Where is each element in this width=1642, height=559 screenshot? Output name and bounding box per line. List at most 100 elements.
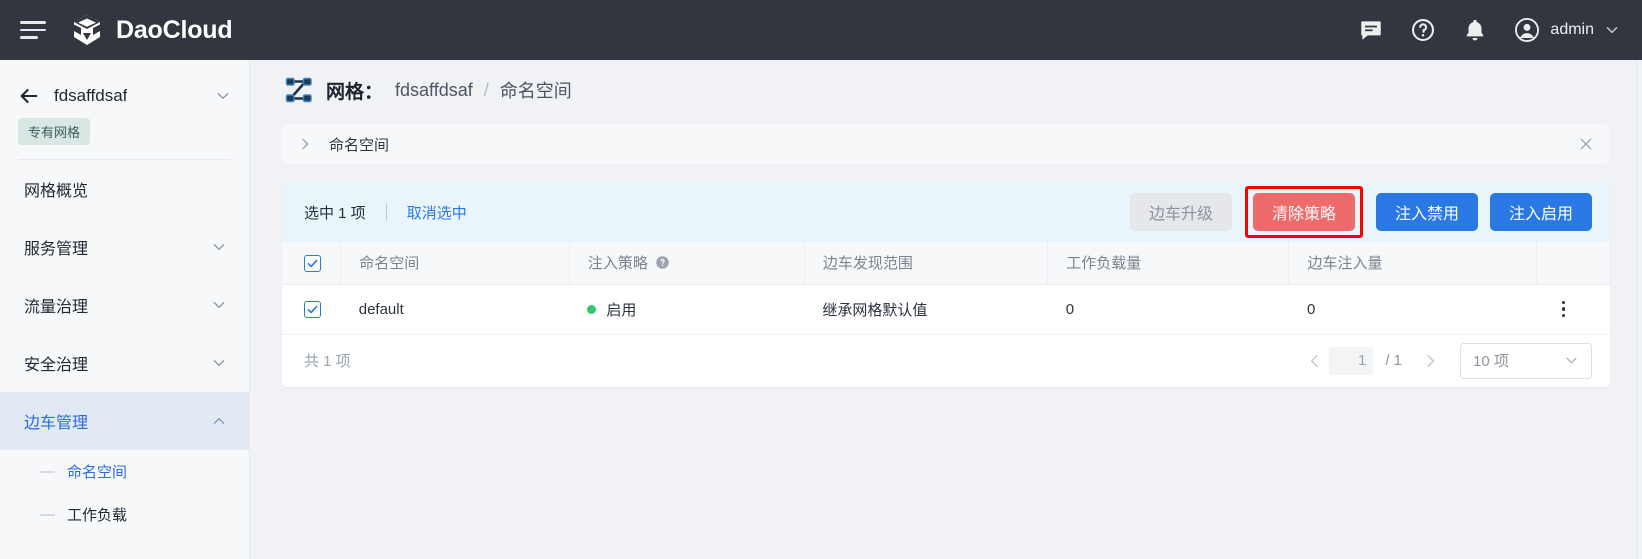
brand-name: DaoCloud — [116, 16, 232, 45]
chevron-down-icon — [211, 355, 227, 371]
cell-actions — [1537, 284, 1610, 334]
page-size-select[interactable]: 10 项 — [1460, 343, 1592, 379]
sidebar-item-traffic-governance[interactable]: 流量治理 — [0, 276, 249, 334]
filter-label: 命名空间 — [329, 134, 389, 155]
table-row[interactable]: default 启用 继承网格默认值 0 0 — [282, 284, 1610, 334]
hamburger-icon[interactable] — [20, 20, 46, 40]
cell-inject-policy: 启用 — [569, 284, 804, 334]
injection-enable-button[interactable]: 注入启用 — [1490, 193, 1592, 231]
column-header-sidecar-count[interactable]: 边车注入量 — [1289, 242, 1537, 284]
inject-policy-wrap: 启用 — [587, 299, 804, 320]
page-size-label: 10 项 — [1473, 350, 1509, 371]
column-header-workload-count[interactable]: 工作负载量 — [1048, 242, 1289, 284]
right-scroll-rail[interactable] — [1636, 60, 1642, 559]
sidebar-item-service-management[interactable]: 服务管理 — [0, 218, 249, 276]
breadcrumb-label: 网格： — [326, 77, 383, 104]
chevron-left-icon[interactable] — [1307, 353, 1323, 369]
chevron-down-icon — [211, 239, 227, 255]
column-header-namespace[interactable]: 命名空间 — [341, 242, 570, 284]
column-header-inject-policy[interactable]: 注入策略 — [569, 242, 804, 284]
namespace-table: 命名空间 注入策略 边车发现范围 工作负载量 边车注入量 — [282, 242, 1610, 335]
user-menu[interactable]: admin — [1514, 17, 1620, 43]
row-select-cell — [282, 284, 341, 334]
cell-namespace: default — [341, 284, 570, 334]
arrow-left-icon[interactable] — [18, 85, 40, 107]
breadcrumb-separator: / — [484, 80, 489, 101]
inject-policy-label: 启用 — [606, 299, 636, 320]
row-checkbox[interactable] — [304, 301, 321, 318]
cell-sidecar-count: 0 — [1289, 284, 1537, 334]
select-all-checkbox[interactable] — [304, 255, 321, 272]
sidebar-item-mesh-overview[interactable]: 网格概览 — [0, 160, 249, 218]
clear-policy-highlight: 清除策略 — [1245, 186, 1363, 238]
avatar — [1514, 17, 1540, 43]
sidebar-item-sidecar-management[interactable]: 边车管理 — [0, 392, 249, 450]
sidebar-subitem-label: 工作负载 — [67, 504, 127, 525]
chevron-down-icon[interactable] — [1604, 22, 1620, 38]
main-content: 网格： fdsaffdsaf / 命名空间 命名空间 选中 1 项 取消选中 边… — [250, 60, 1642, 559]
table-header: 命名空间 注入策略 边车发现范围 工作负载量 边车注入量 — [282, 242, 1610, 284]
help-icon[interactable] — [1410, 17, 1436, 43]
status-dot-icon — [587, 305, 596, 314]
chevron-right-icon[interactable] — [298, 137, 312, 151]
chevron-right-icon[interactable] — [1422, 353, 1438, 369]
close-icon[interactable] — [1578, 136, 1594, 152]
page-number-input[interactable] — [1329, 347, 1373, 375]
chevron-up-icon — [211, 413, 227, 429]
sidebar-item-label: 安全治理 — [24, 351, 88, 375]
daocloud-logo-icon — [70, 13, 104, 47]
sidecar-upgrade-button[interactable]: 边车升级 — [1130, 193, 1232, 231]
app-root: DaoCloud admin — [0, 0, 1642, 559]
sidebar-item-label: 流量治理 — [24, 293, 88, 317]
clear-policy-button[interactable]: 清除策略 — [1253, 193, 1355, 231]
kebab-menu-icon[interactable] — [1555, 301, 1573, 318]
message-icon[interactable] — [1358, 17, 1384, 43]
chevron-down-icon — [211, 297, 227, 313]
breadcrumb-current: 命名空间 — [500, 77, 572, 103]
sidebar-item-workloads[interactable]: — 工作负载 — [0, 493, 249, 536]
injection-disable-button[interactable]: 注入禁用 — [1376, 193, 1478, 231]
table-footer: 共 1 项 / 1 10 项 — [282, 335, 1610, 387]
table-header-row: 命名空间 注入策略 边车发现范围 工作负载量 边车注入量 — [282, 242, 1610, 284]
column-header-actions — [1537, 242, 1610, 284]
sidebar-item-label: 边车管理 — [24, 409, 88, 433]
cell-workload-count: 0 — [1048, 284, 1289, 334]
cancel-selection-link[interactable]: 取消选中 — [407, 202, 467, 223]
toolbar-actions: 边车升级 清除策略 注入禁用 注入启用 — [1130, 186, 1592, 238]
sidebar-mesh-tag-wrap: 专有网格 — [0, 118, 249, 145]
select-all-cell — [282, 242, 341, 284]
sidebar: fdsaffdsaf 专有网格 网格概览 服务管理 流量治理 安全治理 — [0, 60, 250, 559]
sidebar-item-security-governance[interactable]: 安全治理 — [0, 334, 249, 392]
column-header-discovery-scope[interactable]: 边车发现范围 — [804, 242, 1047, 284]
column-header-label: 注入策略 — [588, 252, 648, 273]
brand[interactable]: DaoCloud — [70, 13, 232, 47]
pagination: / 1 10 项 — [1307, 343, 1592, 379]
selected-count-label: 选中 1 项 — [304, 202, 366, 223]
help-icon[interactable] — [655, 255, 670, 270]
sidebar-item-label: 网格概览 — [24, 177, 88, 201]
dash-icon: — — [40, 506, 55, 523]
breadcrumb-mesh-link[interactable]: fdsaffdsaf — [395, 80, 473, 101]
sidebar-item-label: 服务管理 — [24, 235, 88, 259]
total-count-label: 共 1 项 — [304, 350, 351, 371]
chevron-down-icon — [1564, 353, 1579, 368]
topbar-actions: admin — [1358, 17, 1642, 43]
breadcrumb: 网格： fdsaffdsaf / 命名空间 — [250, 60, 1642, 120]
dash-icon: — — [40, 463, 55, 480]
top-bar: DaoCloud admin — [0, 0, 1642, 60]
mesh-icon — [284, 76, 312, 104]
sidebar-item-namespaces[interactable]: — 命名空间 — [0, 450, 249, 493]
chevron-down-icon[interactable] — [215, 88, 231, 104]
sidebar-subitem-label: 命名空间 — [67, 461, 127, 482]
cell-discovery-scope: 继承网格默认值 — [804, 284, 1047, 334]
table-body: default 启用 继承网格默认值 0 0 — [282, 284, 1610, 334]
sidebar-mesh-selector[interactable]: fdsaffdsaf — [0, 70, 249, 122]
mesh-type-badge: 专有网格 — [18, 118, 90, 145]
column-header-inject-policy-inner: 注入策略 — [588, 252, 804, 273]
table-toolbar: 选中 1 项 取消选中 边车升级 清除策略 注入禁用 注入启用 — [282, 182, 1610, 242]
sidebar-mesh-name: fdsaffdsaf — [54, 86, 127, 106]
filter-panel: 命名空间 — [282, 124, 1610, 164]
namespace-table-card: 选中 1 项 取消选中 边车升级 清除策略 注入禁用 注入启用 — [282, 182, 1610, 387]
user-name: admin — [1550, 21, 1594, 39]
bell-icon[interactable] — [1462, 17, 1488, 43]
